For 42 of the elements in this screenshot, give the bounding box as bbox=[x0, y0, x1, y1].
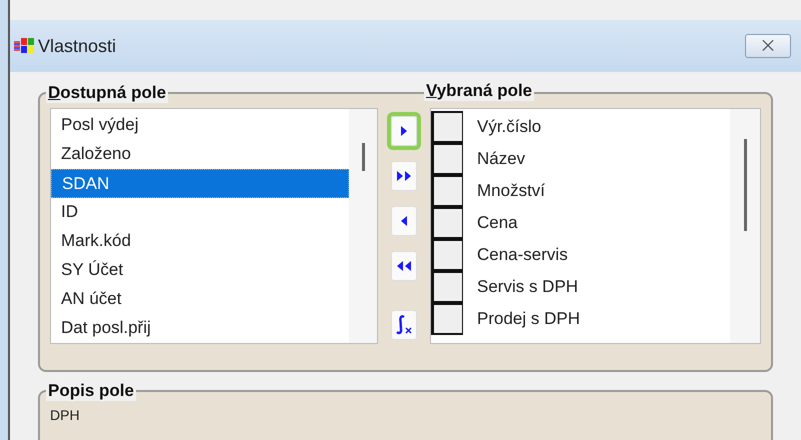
left-triangle-icon bbox=[401, 216, 407, 226]
list-item[interactable]: Název bbox=[463, 146, 526, 172]
list-item[interactable]: Založeno bbox=[51, 140, 349, 169]
checkbox[interactable] bbox=[431, 111, 463, 143]
scrollbar[interactable] bbox=[349, 109, 377, 343]
group-label: Popis pole bbox=[46, 381, 136, 401]
double-left-triangle-icon bbox=[397, 261, 411, 271]
description-text: DPH bbox=[50, 407, 80, 423]
window-title: Vlastnosti bbox=[38, 34, 116, 58]
list-item[interactable]: AN účet bbox=[51, 285, 349, 314]
group-label: Vybraná pole bbox=[424, 81, 534, 101]
right-triangle-icon bbox=[401, 126, 407, 136]
scrollbar-thumb[interactable] bbox=[744, 139, 746, 231]
checkbox[interactable] bbox=[431, 239, 463, 271]
list-item[interactable]: ID bbox=[51, 198, 349, 227]
group-label: Dostupná pole bbox=[46, 83, 168, 103]
list-item[interactable]: SDAN bbox=[51, 169, 349, 198]
window-app-icon bbox=[14, 36, 36, 56]
list-item[interactable]: Servis s DPH bbox=[463, 274, 578, 300]
checkbox[interactable] bbox=[431, 143, 463, 175]
checkbox[interactable] bbox=[431, 175, 463, 207]
list-item[interactable]: Cena-servis bbox=[463, 242, 568, 268]
list-item[interactable]: Dat posl.přij bbox=[51, 314, 349, 343]
transfer-button[interactable] bbox=[391, 161, 417, 191]
transfer-button[interactable] bbox=[391, 206, 417, 236]
checkbox[interactable] bbox=[431, 271, 463, 303]
scrollbar[interactable] bbox=[730, 109, 760, 343]
list-item[interactable]: Mark.kód bbox=[51, 227, 349, 256]
scrollbar-thumb[interactable] bbox=[362, 143, 364, 171]
list-item[interactable]: Množství bbox=[463, 178, 546, 204]
transfer-button[interactable] bbox=[391, 310, 417, 340]
double-right-triangle-icon bbox=[397, 171, 411, 181]
list-item[interactable]: Cena bbox=[463, 210, 518, 236]
list-item[interactable]: Prodej s DPH bbox=[463, 306, 580, 332]
list-item[interactable]: Posl výdej bbox=[51, 111, 349, 140]
checkbox[interactable] bbox=[431, 303, 463, 335]
list-item[interactable]: SY Účet bbox=[51, 256, 349, 285]
checkbox[interactable] bbox=[431, 207, 463, 239]
integral-icon bbox=[395, 315, 413, 335]
list-item[interactable]: Výr.číslo bbox=[463, 114, 542, 140]
transfer-button[interactable] bbox=[391, 251, 417, 281]
close-button[interactable]: ⨉ bbox=[745, 34, 791, 58]
